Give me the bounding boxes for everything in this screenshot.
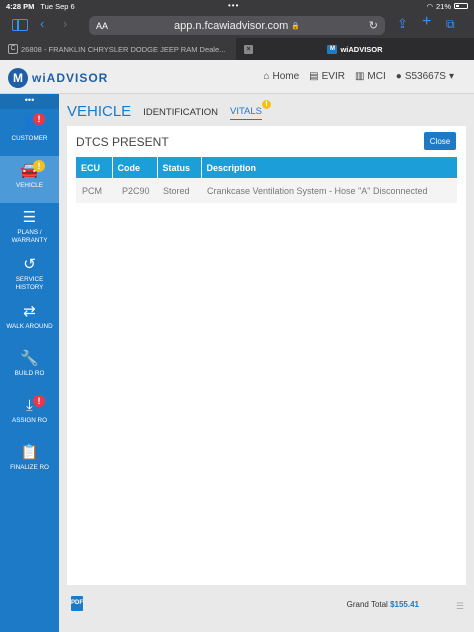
multitask-dots-icon[interactable]: ••• [228,1,239,10]
status-time: 4:28 PM [6,1,35,11]
caret-down-icon: ▾ [448,71,454,82]
menu-icon[interactable]: ☰ [456,601,464,612]
sidebar-toggle-icon[interactable] [12,19,28,31]
sidebar-item-label: PLANS / WARRANTY [11,229,48,244]
dtc-panel: DTCS PRESENT Close ECU Code Status Descr… [67,126,466,585]
alert-badge: ! [33,395,45,407]
cell-status: Stored [157,178,201,203]
warning-badge: ! [262,100,272,109]
address-url: app.n.fcawiadvisor.com [173,19,289,32]
grand-total: Grand Total $155.41 [347,600,419,609]
column-header-description: Description [201,157,457,178]
nav-home[interactable]: ⌂ Home [263,71,299,82]
browser-tab-title: 26808 - FRANKLIN CHRYSLER DODGE JEEP RAM… [21,44,226,54]
nav-user-label: S53667S [404,71,446,82]
panel-title: DTCS PRESENT [76,135,169,149]
browser-tab-title: wiADVISOR [340,44,383,54]
nav-evir[interactable]: ▤ EVIR [309,71,345,82]
table-row: PCM P2C90 Stored Crankcase Ventilation S… [76,178,457,203]
user-icon: ● [395,71,402,82]
new-tab-icon[interactable]: + [422,14,431,30]
wifi-icon: ◠ [426,1,433,11]
tab-favicon-icon: C [8,44,18,54]
alert-badge: ! [33,113,45,125]
nav-mci[interactable]: ▥ MCI [355,71,386,82]
cell-description: Crankcase Ventilation System - Hose "A" … [201,178,457,203]
close-tab-icon[interactable]: × [244,45,253,54]
grand-total-value: $155.41 [390,600,419,609]
tabs-overview-icon[interactable]: ⧉ [446,17,455,31]
document-icon: ▤ [309,71,319,82]
list-icon: ☰ [22,209,37,226]
sidebar-item-vehicle[interactable]: 🚘 VEHICLE ! [0,156,59,203]
tab-identification[interactable]: IDENTIFICATION [143,107,218,120]
home-icon: ⌂ [263,71,270,82]
column-header-code: Code [112,157,158,178]
sidebar-item-label: CUSTOMER [11,135,48,142]
wrench-icon: 🔧 [20,350,39,367]
app-logo-text: wiADVISOR [32,71,109,85]
sidebar-item-finalize-ro[interactable]: 📋 FINALIZE RO [0,438,59,485]
sidebar-item-label: BUILD RO [14,370,45,377]
battery-percent: 21% [435,1,451,11]
sidebar-item-label: WALK AROUND [6,323,53,330]
person-icon: 👤 [20,115,39,132]
forward-icon[interactable]: › [63,17,67,31]
sidebar-item-label: SERVICE HISTORY [15,276,44,291]
lock-icon: 🔒 [291,22,301,30]
status-date: Tue Sep 6 [40,1,75,11]
sidebar-item-build-ro[interactable]: 🔧 BUILD RO [0,344,59,391]
grand-total-label: Grand Total [346,600,388,609]
page-title: VEHICLE [67,103,132,120]
cycle-arrows-icon: ⇄ [23,303,36,320]
cell-ecu: PCM [76,178,112,203]
dtc-table: ECU Code Status Description PCM P2C90 St… [76,157,457,203]
tab-favicon-icon: M [327,44,338,54]
page-heading: VEHICLE IDENTIFICATION VITALS ! [67,100,274,120]
browser-tab-bar: C 26808 - FRANKLIN CHRYSLER DODGE JEEP R… [0,38,474,60]
sidebar: ••• 👤 CUSTOMER ! 🚘 VEHICLE ! ☰ PLANS / W… [0,94,59,632]
sidebar-item-plans-warranty[interactable]: ☰ PLANS / WARRANTY [0,203,59,250]
back-icon[interactable]: ‹ [40,17,44,31]
sidebar-item-label: ASSIGN RO [12,417,47,424]
column-header-ecu: ECU [76,157,113,178]
sidebar-item-walk-around[interactable]: ⇄ WALK AROUND [0,297,59,344]
battery-icon [454,3,468,9]
table-header-row: ECU Code Status Description [76,157,457,178]
sidebar-collapse-toggle[interactable]: ••• [0,94,59,109]
download-box-icon: ⤓ [26,397,33,414]
close-button[interactable]: Close [424,132,456,150]
status-bar: 4:28 PM Tue Sep 6 ••• ◠ 21% [0,0,474,12]
history-icon: ↺ [23,256,36,273]
nav-home-label: Home [272,71,300,82]
browser-tab-dealer[interactable]: C 26808 - FRANKLIN CHRYSLER DODGE JEEP R… [0,38,236,60]
reload-icon[interactable]: ↻ [369,19,378,32]
sidebar-item-assign-ro[interactable]: ⤓ ASSIGN RO ! [0,391,59,438]
pdf-icon[interactable]: PDF [71,596,83,611]
share-icon[interactable]: ⇪ [397,17,408,31]
warning-badge: ! [33,160,45,172]
sidebar-item-label: FINALIZE RO [10,464,49,471]
text-size-button[interactable]: AA [96,21,108,31]
clipboard-icon: ▥ [354,71,365,82]
nav-user-menu[interactable]: ● S53667S ▾ [396,71,454,82]
browser-toolbar: ‹ › AA app.n.fcawiadvisor.com 🔒 ↻ ⇪ + ⧉ [0,12,474,38]
header-nav: ⌂ Home ▤ EVIR ▥ MCI ● S53667S ▾ [263,71,454,82]
sidebar-item-label: VEHICLE [16,182,43,189]
cell-code: P2C90 [112,178,157,203]
car-icon: 🚘 [20,162,39,179]
nav-evir-label: EVIR [321,71,345,82]
nav-mci-label: MCI [367,71,386,82]
sidebar-item-service-history[interactable]: ↺ SERVICE HISTORY [0,250,59,297]
sidebar-item-customer[interactable]: 👤 CUSTOMER ! [0,109,59,156]
mopar-logo-icon: M [8,68,28,88]
tab-vitals[interactable]: VITALS ! [229,100,272,120]
checklist-icon: 📋 [20,444,39,461]
tab-vitals-label: VITALS [229,106,263,117]
column-header-status: Status [157,157,202,178]
app-header: M wiADVISOR ⌂ Home ▤ EVIR ▥ MCI ● S53667S ▾ [0,60,474,94]
address-bar[interactable]: AA app.n.fcawiadvisor.com 🔒 ↻ [89,16,385,35]
browser-tab-wiadvisor[interactable]: × M wiADVISOR [236,38,474,60]
